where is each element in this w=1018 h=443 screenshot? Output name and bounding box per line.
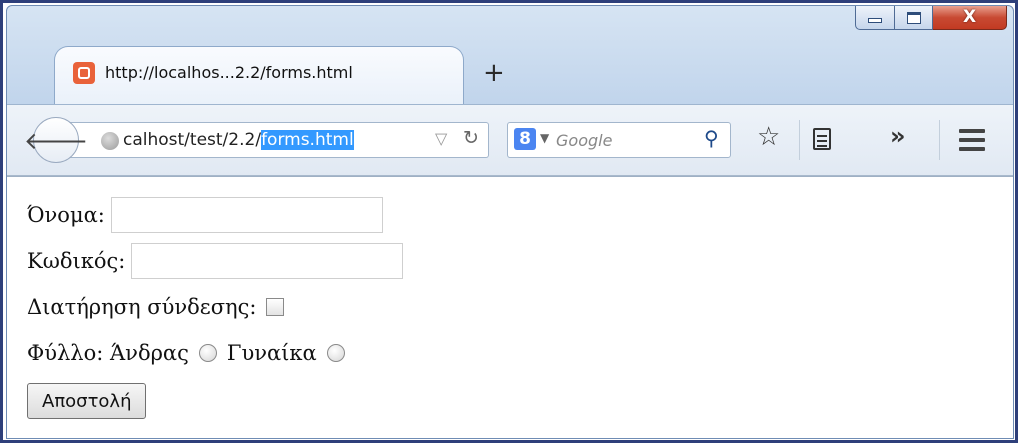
screenshot-frame: X http://localhos...2.2/forms.html + cal…	[0, 0, 1018, 443]
new-tab-button[interactable]: +	[483, 60, 505, 86]
search-bar[interactable]: 8 ▼ Google ⚲	[507, 122, 731, 158]
submit-row: Αποστολή	[27, 376, 403, 422]
gender-row: Φύλλο: Άνδρας Γυναίκα	[27, 330, 403, 376]
gender-male-label: Άνδρας	[110, 341, 189, 365]
google-icon[interactable]: 8	[514, 128, 536, 150]
xampp-icon	[73, 62, 95, 84]
toolbar-separator	[799, 120, 800, 160]
toolbar-separator	[939, 120, 940, 160]
globe-icon	[101, 132, 119, 150]
name-row: Όνομα:	[27, 192, 403, 238]
login-form: Όνομα: Κωδικός: Διατήρηση σύνδεσης: Φύλλ…	[27, 192, 404, 422]
search-placeholder: Google	[556, 131, 613, 150]
maximize-button[interactable]	[895, 6, 933, 30]
url-text[interactable]: calhost/test/2.2/forms.html	[123, 130, 354, 150]
password-row: Κωδικός:	[27, 238, 404, 284]
back-arrow-icon: 🡐	[23, 126, 89, 155]
gender-female-label: Γυναίκα	[226, 341, 317, 365]
url-dropdown-icon[interactable]: ▽	[435, 129, 447, 148]
url-bar[interactable]: calhost/test/2.2/forms.html ▽ ↻	[67, 122, 489, 158]
close-button[interactable]: X	[933, 6, 1007, 30]
name-input[interactable]	[110, 197, 383, 233]
password-input[interactable]	[131, 243, 404, 279]
close-icon: X	[962, 7, 977, 27]
password-label: Κωδικός:	[27, 249, 126, 273]
overflow-icon[interactable]: »	[890, 122, 906, 150]
remember-label: Διατήρηση σύνδεσης:	[27, 295, 257, 319]
gender-female-radio[interactable]	[326, 344, 345, 362]
search-icon[interactable]: ⚲	[704, 126, 719, 150]
submit-button[interactable]: Αποστολή	[27, 383, 147, 419]
gender-male-radio[interactable]	[198, 344, 217, 362]
remember-checkbox[interactable]	[266, 298, 285, 316]
tab-forms[interactable]: http://localhos...2.2/forms.html	[54, 46, 464, 104]
menu-icon[interactable]	[959, 129, 985, 156]
url-prefix: calhost/test/2.2/	[123, 130, 262, 150]
star-icon[interactable]: ☆	[757, 122, 780, 152]
minimize-icon	[868, 18, 882, 23]
page-content: Όνομα: Κωδικός: Διατήρηση σύνδεσης: Φύλλ…	[7, 176, 1013, 438]
reading-list-icon[interactable]	[813, 128, 831, 150]
remember-row: Διατήρηση σύνδεσης:	[27, 284, 403, 330]
navigation-toolbar: calhost/test/2.2/forms.html ▽ ↻ 🡐 8 ▼ Go…	[7, 104, 1013, 176]
back-button[interactable]: 🡐	[24, 117, 88, 163]
gender-label: Φύλλο:	[27, 341, 104, 365]
minimize-button[interactable]	[855, 6, 895, 30]
tab-title: http://localhos...2.2/forms.html	[105, 63, 353, 82]
name-label: Όνομα:	[27, 203, 105, 227]
maximize-icon	[906, 11, 921, 24]
url-selected-text: forms.html	[261, 130, 354, 150]
browser-window: X http://localhos...2.2/forms.html + cal…	[6, 5, 1014, 439]
search-engine-dropdown-icon[interactable]: ▼	[540, 131, 549, 145]
window-controls: X	[855, 6, 1007, 34]
reload-icon[interactable]: ↻	[463, 127, 479, 149]
